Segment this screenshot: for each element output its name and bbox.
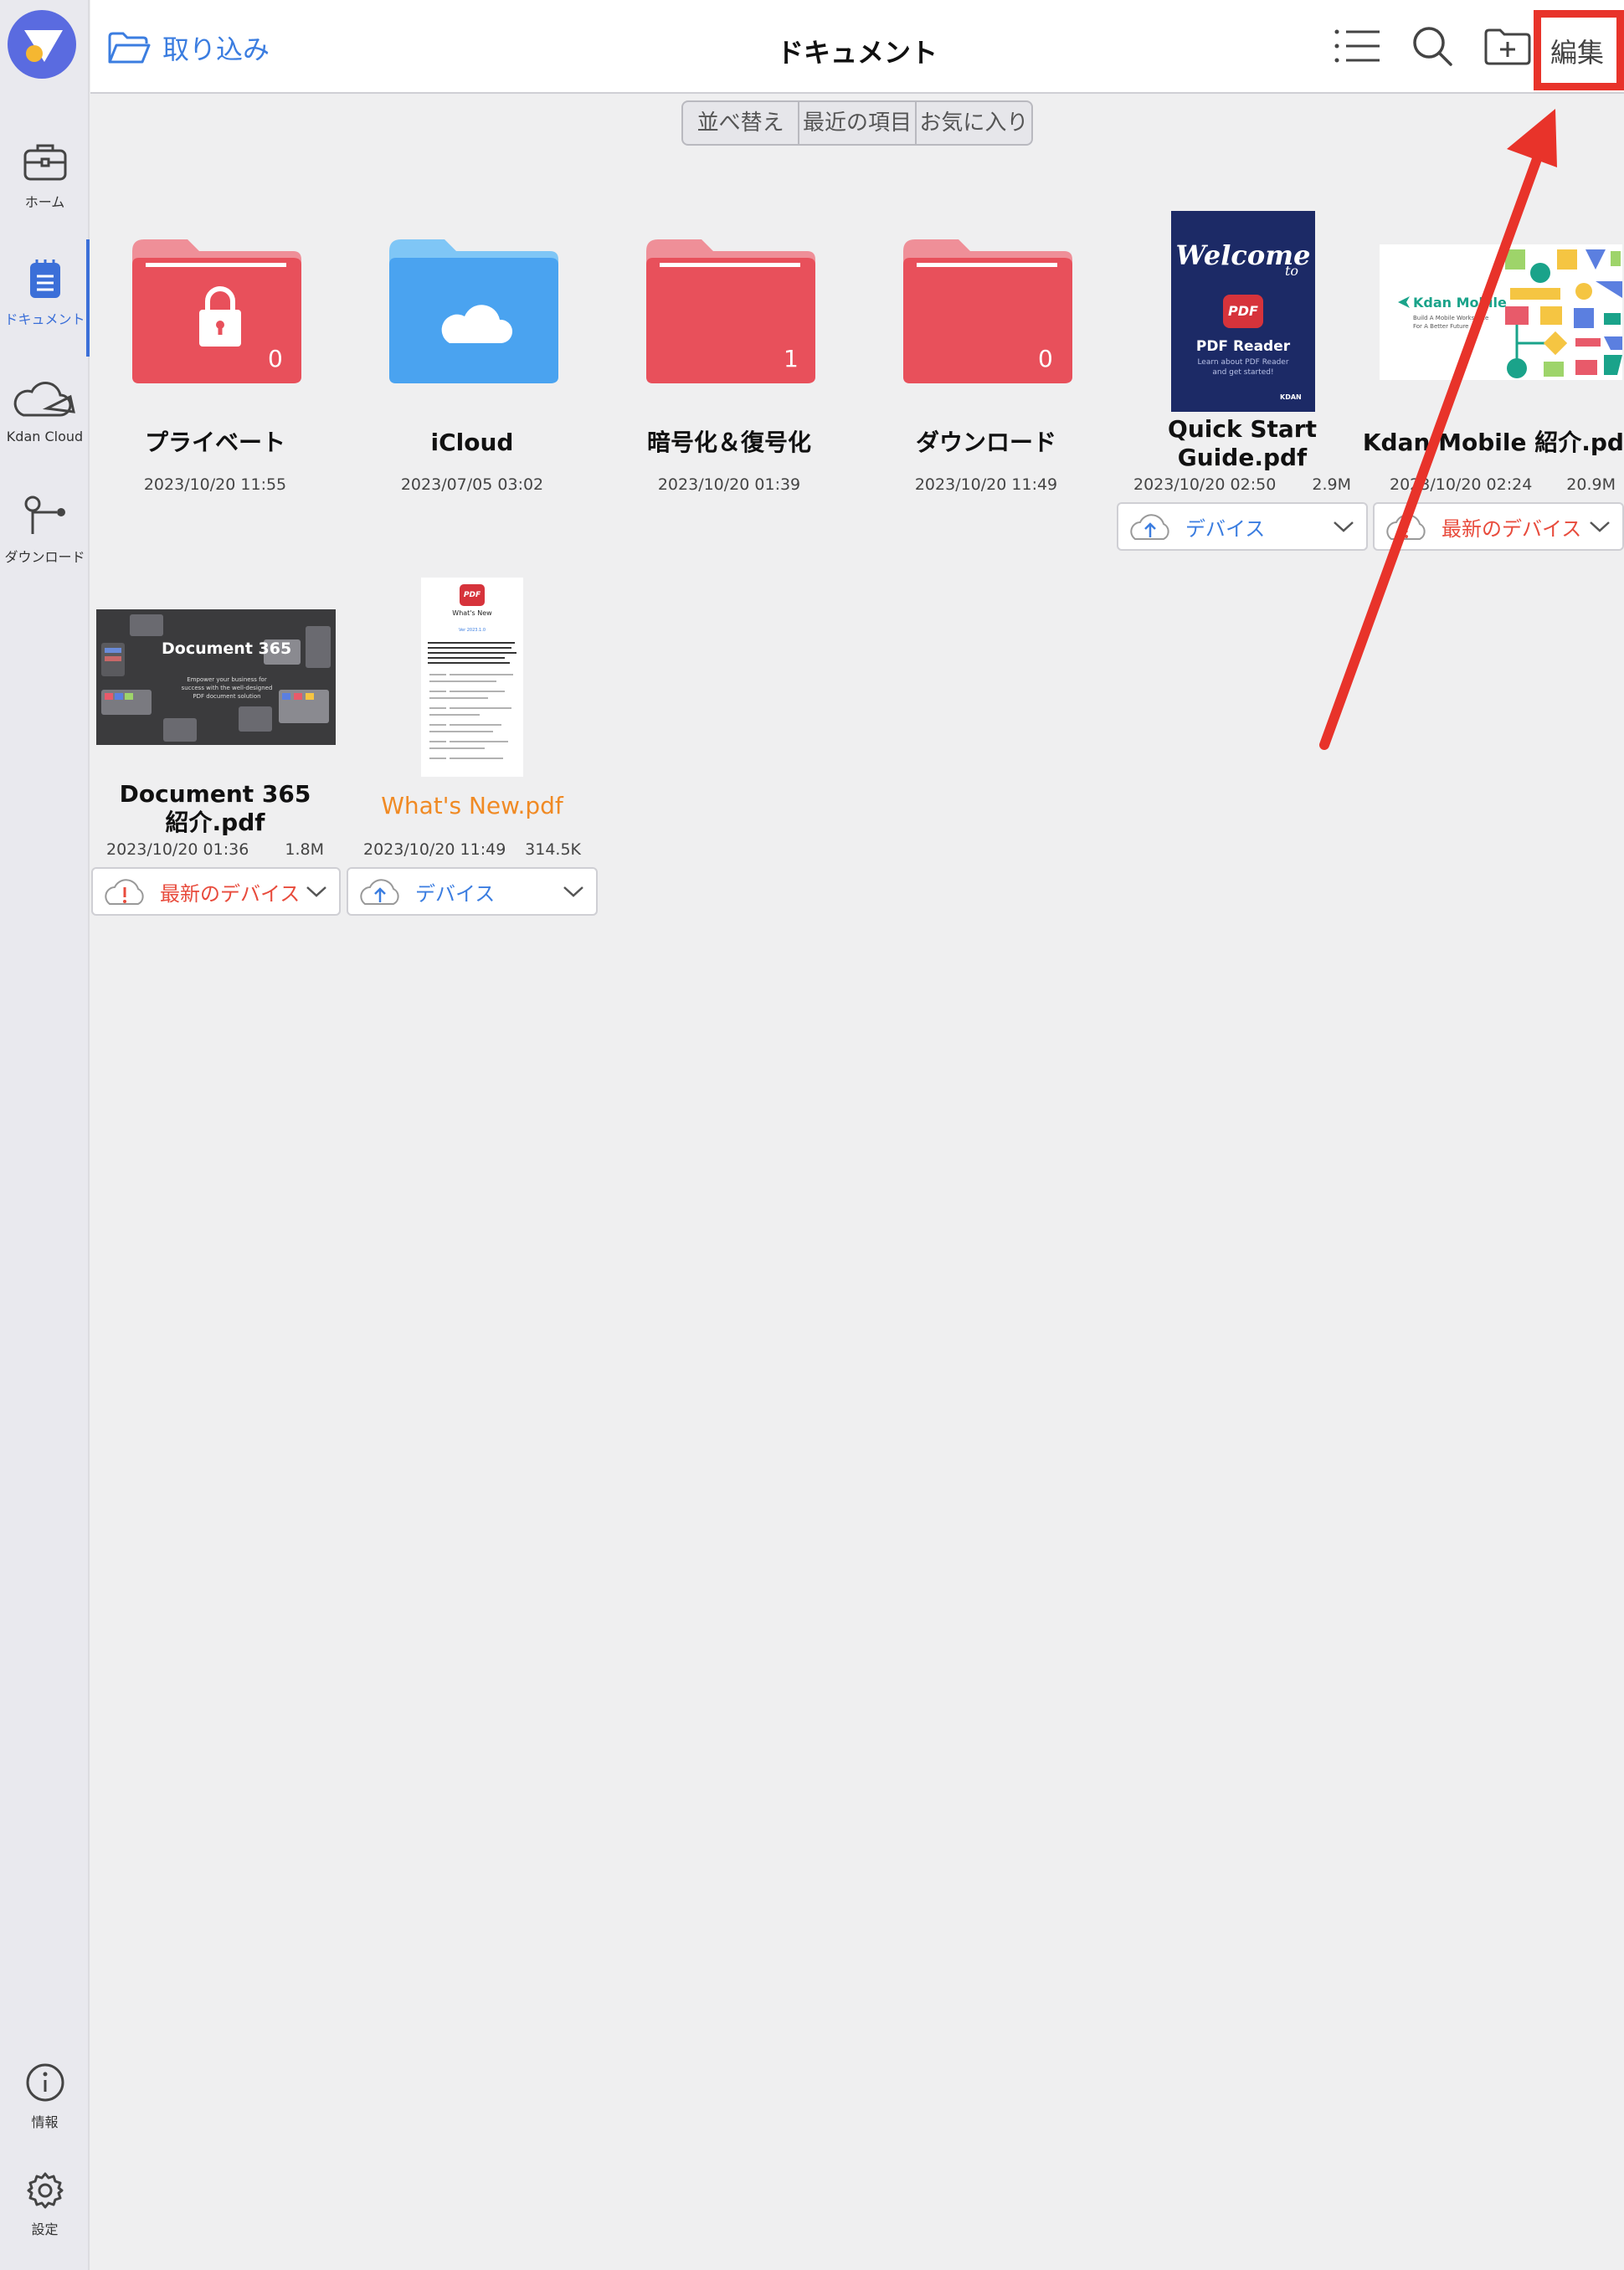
kdan-logo-icon [1398, 296, 1410, 308]
folder-item-download[interactable]: 0 ダウンロード 2023/10/20 11:49 [861, 234, 1112, 502]
folder-count: 0 [1038, 345, 1053, 372]
file-size: 314.5K [525, 840, 581, 859]
cloud-warning-icon [1386, 514, 1426, 540]
file-size: 1.8M [285, 840, 324, 859]
pdf-thumbnail: Welcome to PDF PDF Reader Learn about PD… [1171, 211, 1315, 412]
import-button[interactable]: 取り込み [107, 28, 270, 67]
folder-date: 2023/10/20 11:55 [143, 475, 287, 494]
sidebar-item-home[interactable]: ホーム [0, 141, 90, 211]
folder-name: 暗号化＆復号化 [646, 429, 811, 456]
cloud-icon [13, 382, 75, 417]
segment-recent[interactable]: 最近の項目 [799, 102, 917, 144]
file-date: 2023/10/20 01:36 [106, 840, 249, 859]
chevron-down-icon [306, 886, 326, 897]
cloud-warning-icon [105, 879, 144, 905]
briefcase-icon [23, 144, 66, 181]
pdf-thumbnail: Document 365 Empower your business for s… [96, 609, 336, 745]
search-icon[interactable] [1411, 25, 1453, 67]
sidebar-item-label: ドキュメント [4, 311, 85, 327]
cloud-status-label: 最新のデバイス [1442, 516, 1582, 541]
download-icon [24, 496, 65, 534]
folder-name: ダウンロード [915, 429, 1056, 456]
folder-item-private[interactable]: 0 プライベート 2023/10/20 11:55 [90, 234, 341, 502]
file-date: 2023/10/20 02:50 [1133, 475, 1277, 494]
folder-item-icloud[interactable]: iCloud 2023/07/05 03:02 [347, 234, 598, 502]
file-size: 20.9M [1566, 475, 1616, 494]
pdf-badge-icon: PDF [460, 584, 485, 606]
new-folder-icon[interactable] [1483, 27, 1532, 67]
sort-segmented-control: 並べ替え 最近の項目 お気に入り [681, 100, 1033, 146]
app-logo-icon[interactable] [8, 10, 76, 79]
document-icon [29, 259, 60, 298]
sidebar-item-label: ホーム [24, 194, 65, 210]
sidebar-item-label: Kdan Cloud [6, 429, 84, 444]
segment-favorites[interactable]: お気に入り [917, 102, 1031, 144]
sidebar-item-label: ダウンロード [4, 549, 85, 565]
segment-sort[interactable]: 並べ替え [683, 102, 800, 144]
folder-open-icon [108, 32, 151, 64]
folder-date: 2023/10/20 11:49 [914, 475, 1058, 494]
chevron-down-icon [1590, 521, 1610, 532]
cloud-sync-dropdown[interactable]: 最新のデバイス [91, 867, 341, 916]
info-icon [26, 2063, 64, 2102]
sidebar-item-download[interactable]: ダウンロード [0, 492, 90, 566]
cloud-upload-icon [1130, 514, 1169, 540]
file-date: 2023/10/20 02:24 [1390, 475, 1533, 494]
sidebar-item-documents[interactable]: ドキュメント [0, 258, 90, 328]
cloud-upload-icon [360, 879, 399, 905]
file-item-kdan-mobile[interactable]: Kdan Mobile Build A Mobile Workspace For… [1363, 211, 1624, 554]
folder-count: 1 [784, 345, 799, 372]
cloud-status-label: 最新のデバイス [160, 881, 301, 906]
pdf-thumbnail: Kdan Mobile Build A Mobile Workspace For… [1380, 244, 1622, 380]
folder-name: iCloud [430, 429, 514, 456]
cloud-sync-dropdown[interactable]: デバイス [1117, 502, 1368, 551]
sidebar-item-label: 設定 [31, 2221, 59, 2237]
sidebar-item-label: 情報 [31, 2114, 59, 2130]
cloud-status-label: デバイス [1185, 516, 1266, 541]
file-name: Document 365 紹介.pdf [119, 780, 311, 836]
thumbnail-brand: Document 365 [162, 639, 292, 658]
file-date: 2023/10/20 11:49 [363, 840, 506, 859]
file-size: 2.9M [1312, 475, 1351, 494]
folder-count: 0 [268, 345, 283, 372]
chevron-down-icon [1334, 521, 1354, 532]
sidebar-item-kdan-cloud[interactable]: Kdan Cloud [0, 378, 90, 444]
cloud-sync-dropdown[interactable]: 最新のデバイス [1373, 502, 1624, 551]
file-name: Kdan Mobile 紹介.pdf [1362, 429, 1624, 456]
file-item-whats-new[interactable]: PDF What's New Ver 2023.1.0 What's New.p… [347, 578, 598, 921]
file-item-quick-start-guide[interactable]: Welcome to PDF PDF Reader Learn about PD… [1117, 211, 1368, 554]
cloud-sync-dropdown[interactable]: デバイス [347, 867, 598, 916]
file-name: What's New.pdf [381, 792, 563, 819]
pdf-badge-icon: PDF [1223, 295, 1263, 328]
sidebar: ホーム ドキュメント Kdan Cloud ダウンロード 情報 設定 [0, 0, 90, 2270]
gear-icon [27, 2172, 63, 2209]
sidebar-item-info[interactable]: 情報 [0, 2062, 90, 2131]
highlight-box [1534, 10, 1624, 90]
cloud-status-label: デバイス [415, 881, 496, 906]
sidebar-item-settings[interactable]: 設定 [0, 2171, 90, 2238]
list-view-icon[interactable] [1333, 25, 1381, 67]
file-item-document-365[interactable]: Document 365 Empower your business for s… [90, 578, 341, 921]
folder-item-encryption[interactable]: 1 暗号化＆復号化 2023/10/20 01:39 [604, 234, 855, 502]
folder-date: 2023/07/05 03:02 [400, 475, 544, 494]
page-title: ドキュメント [776, 37, 938, 69]
pdf-thumbnail: PDF What's New Ver 2023.1.0 [421, 578, 523, 777]
text-lines [428, 642, 516, 759]
geometric-pattern [1505, 249, 1622, 378]
chevron-down-icon [563, 886, 583, 897]
import-label: 取り込み [162, 33, 270, 65]
folder-icon [389, 239, 558, 383]
top-toolbar: 取り込み ドキュメント 編集 [90, 0, 1624, 94]
file-name: Quick Start Guide.pdf [1168, 415, 1317, 471]
folder-name: プライベート [144, 429, 285, 456]
folder-date: 2023/10/20 01:39 [657, 475, 801, 494]
